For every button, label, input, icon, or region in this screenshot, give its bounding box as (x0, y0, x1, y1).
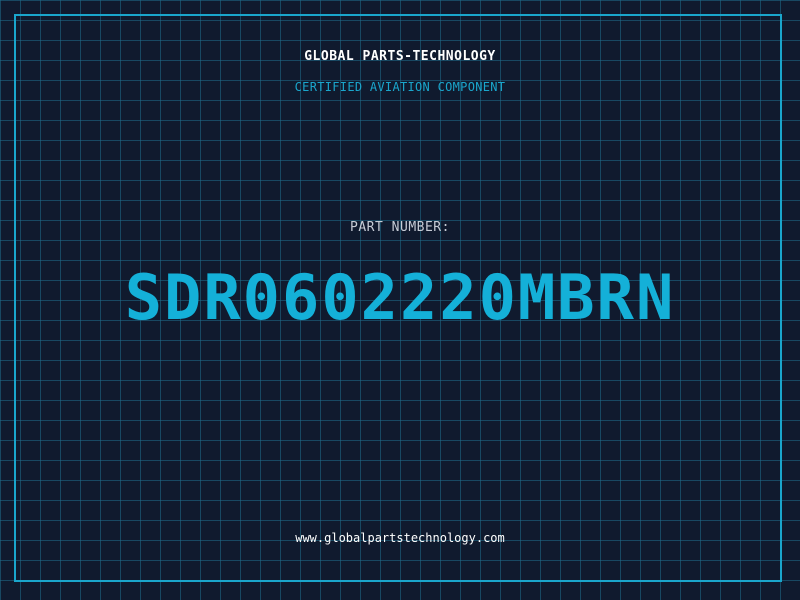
certification-tagline: CERTIFIED AVIATION COMPONENT (294, 80, 506, 94)
company-name: GLOBAL PARTS-TECHNOLOGY (304, 49, 496, 64)
website-url: www.globalpartstechnology.com (295, 531, 505, 545)
part-number-label: PART NUMBER: (350, 220, 450, 235)
part-number-value: SDR0602220MBRN (124, 261, 676, 334)
